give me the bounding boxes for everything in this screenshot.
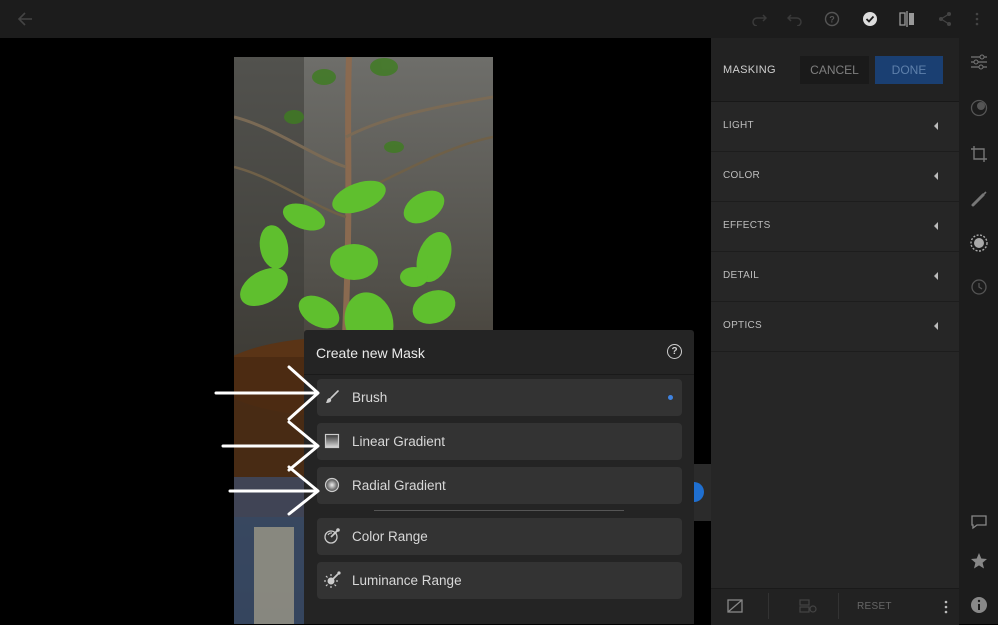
share-icon[interactable] xyxy=(936,10,954,28)
divider xyxy=(768,593,769,619)
mask-overlay-toggle-icon[interactable] xyxy=(727,599,743,618)
panel-title: MASKING xyxy=(723,64,776,76)
undo-icon[interactable] xyxy=(786,10,804,28)
section-label: COLOR xyxy=(723,170,761,181)
mask-layers-icon[interactable] xyxy=(799,599,817,618)
masking-icon[interactable] xyxy=(969,233,989,253)
healing-brush-icon[interactable] xyxy=(969,189,989,209)
linear-gradient-icon xyxy=(323,432,341,450)
star-rating-icon[interactable] xyxy=(969,551,989,571)
section-label: EFFECTS xyxy=(723,220,771,231)
history-icon[interactable] xyxy=(969,277,989,297)
section-light[interactable]: LIGHT xyxy=(711,102,959,152)
redo-icon[interactable] xyxy=(750,10,768,28)
more-vertical-icon[interactable] xyxy=(944,600,948,619)
chevron-left-icon xyxy=(934,222,938,230)
help-icon[interactable]: ? xyxy=(667,344,682,359)
top-toolbar: ? xyxy=(0,0,998,38)
done-button[interactable]: DONE xyxy=(875,56,943,84)
chevron-left-icon xyxy=(934,122,938,130)
mask-option-label: Linear Gradient xyxy=(352,434,446,449)
back-arrow-icon[interactable] xyxy=(16,10,34,28)
dialog-header: Create new Mask ? xyxy=(304,330,694,375)
section-detail[interactable]: DETAIL xyxy=(711,252,959,302)
brush-icon xyxy=(323,388,341,406)
options-divider xyxy=(374,510,624,511)
masking-panel: MASKING CANCEL DONE LIGHT COLOR EFFECTS … xyxy=(711,38,959,625)
color-range-icon xyxy=(323,527,341,545)
section-label: LIGHT xyxy=(723,120,754,131)
mask-option-color-range[interactable]: Color Range xyxy=(317,518,682,555)
cancel-button[interactable]: CANCEL xyxy=(800,56,869,84)
mask-option-linear-gradient[interactable]: Linear Gradient xyxy=(317,423,682,460)
dialog-title: Create new Mask xyxy=(316,345,425,361)
divider xyxy=(838,593,839,619)
section-label: DETAIL xyxy=(723,270,760,281)
mask-option-luminance-range[interactable]: Luminance Range xyxy=(317,562,682,599)
section-effects[interactable]: EFFECTS xyxy=(711,202,959,252)
more-vertical-icon[interactable] xyxy=(970,10,984,28)
mask-option-brush[interactable]: Brush xyxy=(317,379,682,416)
chevron-left-icon xyxy=(934,172,938,180)
chevron-left-icon xyxy=(934,272,938,280)
comment-icon[interactable] xyxy=(969,512,989,532)
edit-sliders-icon[interactable] xyxy=(969,52,989,72)
radial-gradient-icon xyxy=(323,476,341,494)
mask-option-label: Radial Gradient xyxy=(352,478,446,493)
create-mask-dialog: Create new Mask ? Brush Linear Gradient … xyxy=(304,330,694,624)
svg-text:?: ? xyxy=(829,15,835,25)
section-color[interactable]: COLOR xyxy=(711,152,959,202)
section-optics[interactable]: OPTICS xyxy=(711,302,959,352)
mask-option-label: Brush xyxy=(352,390,388,405)
reset-button[interactable]: RESET xyxy=(857,601,892,612)
info-icon[interactable] xyxy=(969,595,989,615)
new-indicator-dot xyxy=(668,395,673,400)
compare-icon[interactable] xyxy=(898,10,916,28)
panel-bottom-bar: RESET xyxy=(711,588,959,625)
crop-icon[interactable] xyxy=(969,144,989,164)
presets-icon[interactable] xyxy=(969,98,989,118)
luminance-range-icon xyxy=(323,571,341,589)
masking-header: MASKING CANCEL DONE xyxy=(711,38,959,102)
chevron-left-icon xyxy=(934,322,938,330)
tool-rail xyxy=(959,38,998,624)
help-icon[interactable]: ? xyxy=(823,10,841,28)
checkmark-done-icon[interactable] xyxy=(861,10,879,28)
mask-option-label: Color Range xyxy=(352,529,428,544)
mask-option-radial-gradient[interactable]: Radial Gradient xyxy=(317,467,682,504)
section-label: OPTICS xyxy=(723,320,763,331)
mask-option-label: Luminance Range xyxy=(352,573,462,588)
